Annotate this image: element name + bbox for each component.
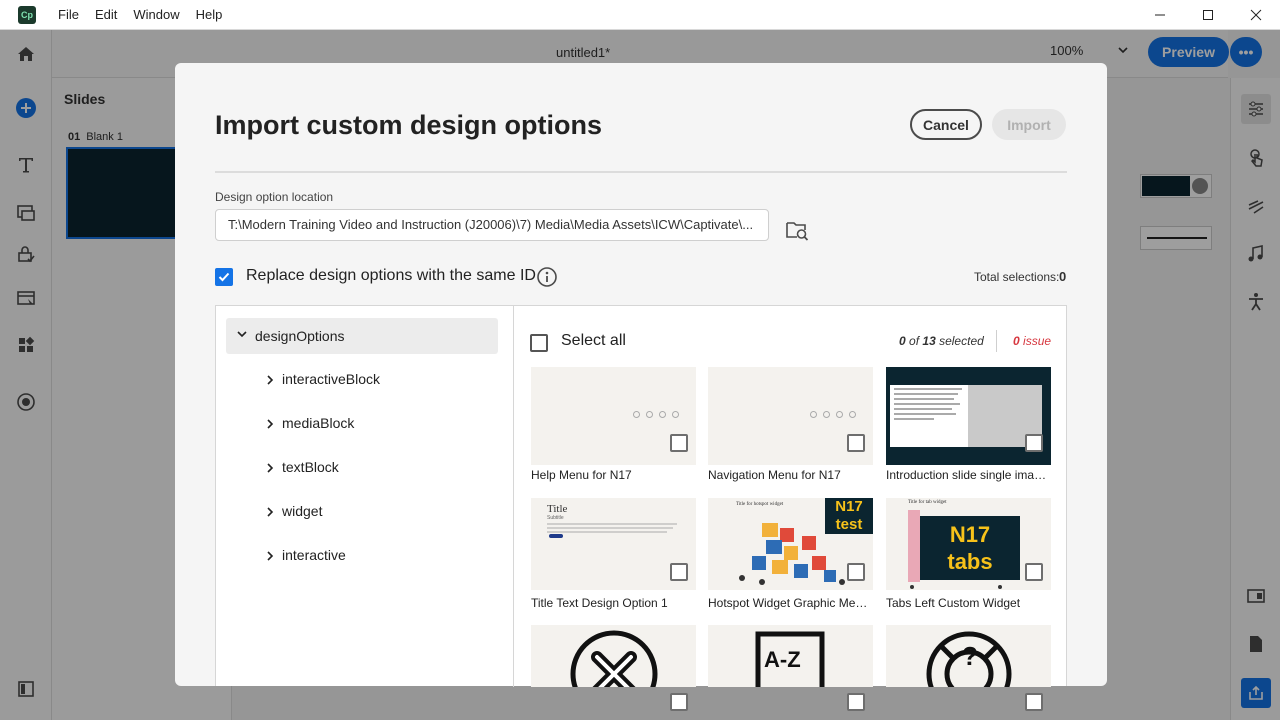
chevron-right-icon[interactable] <box>264 374 276 386</box>
app-logo: Cp <box>18 5 36 24</box>
checkmark-icon <box>218 272 230 282</box>
replace-label: Replace design options with the same ID <box>246 267 536 284</box>
minimize-icon <box>1155 14 1165 16</box>
design-options-panel: designOptions interactiveBlock mediaBloc… <box>215 305 1067 711</box>
chevron-down-icon[interactable] <box>236 328 248 340</box>
card-name: Help Menu for N17 <box>531 468 632 482</box>
menu-file[interactable]: File <box>50 7 87 22</box>
card-checkbox[interactable] <box>1025 563 1043 581</box>
card-badge: N17 test <box>825 498 873 534</box>
design-options-grid: Select all 0 of 13 selected 0 issue Help… <box>514 306 1066 711</box>
info-icon[interactable] <box>536 266 558 288</box>
card-badge: N17 tabs <box>920 516 1020 580</box>
issue-count: 0 issue <box>1013 334 1052 348</box>
chevron-right-icon[interactable] <box>264 418 276 430</box>
maximize-icon <box>1203 10 1213 20</box>
chevron-right-icon[interactable] <box>264 550 276 562</box>
card-name: Introduction slide single image r... <box>886 468 1051 482</box>
menu-edit[interactable]: Edit <box>87 7 125 22</box>
total-selections-count: 0 <box>1059 269 1067 284</box>
card-thumbnail <box>531 625 696 687</box>
card-checkbox[interactable] <box>1025 693 1043 711</box>
card-name: Tabs Left Custom Widget <box>886 596 1021 610</box>
maximize-button[interactable] <box>1184 0 1232 30</box>
close-circle-icon <box>570 630 658 687</box>
import-button[interactable]: Import <box>992 109 1066 140</box>
card-name: Hotspot Widget Graphic Mediu... <box>708 596 873 610</box>
card-checkbox[interactable] <box>670 563 688 581</box>
card-name: Navigation Menu for N17 <box>708 468 841 482</box>
location-field[interactable]: T:\Modern Training Video and Instruction… <box>215 209 769 241</box>
menu-window[interactable]: Window <box>125 7 187 22</box>
title-bar: Cp File Edit Window Help <box>0 0 1280 30</box>
import-design-options-dialog: Import custom design options Cancel Impo… <box>175 63 1107 711</box>
card-checkbox[interactable] <box>1025 434 1043 452</box>
browse-folder-icon[interactable] <box>785 218 809 242</box>
close-icon <box>1250 9 1262 21</box>
menu-help[interactable]: Help <box>188 7 231 22</box>
chevron-right-icon[interactable] <box>264 462 276 474</box>
tree-root-item[interactable]: designOptions <box>226 318 498 354</box>
design-options-tree: designOptions interactiveBlock mediaBloc… <box>216 306 514 687</box>
window-controls <box>1136 0 1280 30</box>
card-name: Title Text Design Option 1 <box>531 596 668 610</box>
card-checkbox[interactable] <box>670 693 688 711</box>
dialog-title: Import custom design options <box>215 110 603 140</box>
card-checkbox[interactable] <box>847 563 865 581</box>
card-checkbox[interactable] <box>847 693 865 711</box>
close-button[interactable] <box>1232 0 1280 30</box>
cancel-button[interactable]: Cancel <box>910 109 982 140</box>
total-selections-label: Total selections: <box>974 270 1060 284</box>
location-label: Design option location <box>215 190 334 204</box>
select-all-label: Select all <box>561 332 626 349</box>
chevron-right-icon[interactable] <box>264 506 276 518</box>
divider <box>215 171 1067 173</box>
card-checkbox[interactable] <box>670 434 688 452</box>
replace-checkbox[interactable] <box>215 268 233 286</box>
minimize-button[interactable] <box>1136 0 1184 30</box>
card-thumbnail: A-Z <box>708 625 873 687</box>
divider <box>996 330 997 352</box>
card-checkbox[interactable] <box>847 434 865 452</box>
menu-bar: File Edit Window Help <box>50 7 230 22</box>
select-all-checkbox[interactable] <box>530 334 548 352</box>
card-thumbnail: ? <box>886 625 1051 687</box>
selection-count: 0 of 13 selected <box>899 334 984 348</box>
